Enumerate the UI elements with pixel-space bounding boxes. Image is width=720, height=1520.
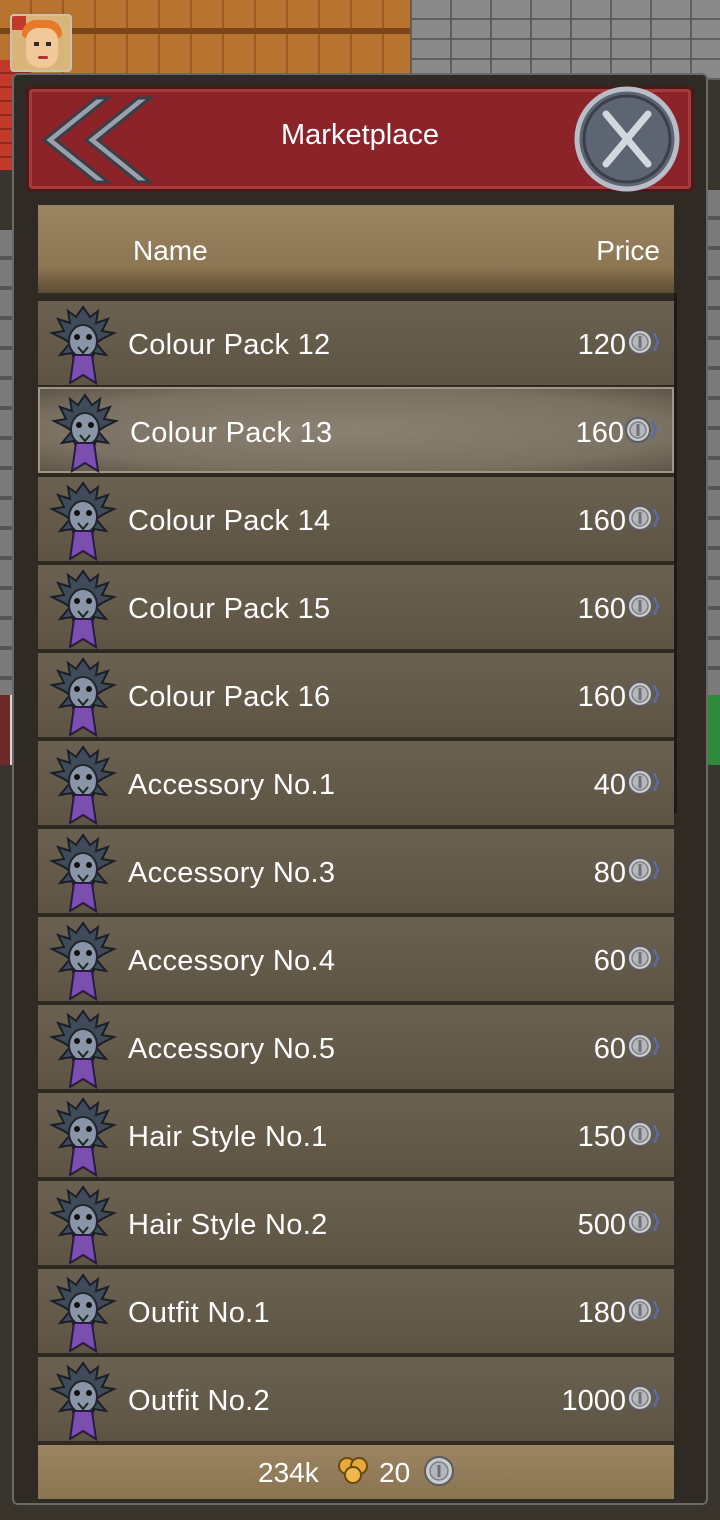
list-item[interactable]: Accessory No.3 80: [38, 827, 674, 913]
list-item[interactable]: Accessory No.1 40: [38, 739, 674, 825]
item-price: 1000: [561, 1385, 626, 1417]
silver-coin-icon: [626, 1295, 660, 1325]
creature-portrait-icon: [40, 1007, 126, 1089]
double-chevron-left-icon: [41, 96, 155, 184]
avatar-mouth: [38, 56, 48, 59]
item-price: 160: [577, 505, 626, 537]
player-avatar[interactable]: [10, 14, 72, 72]
item-name: Accessory No.5: [128, 1033, 336, 1065]
table-header: Name Price: [38, 205, 674, 293]
creature-portrait-icon: [40, 743, 126, 825]
item-price: 120: [577, 329, 626, 361]
list-item[interactable]: Hair Style No.1 150: [38, 1091, 674, 1177]
creature-portrait-icon: [40, 1359, 126, 1441]
item-price: 160: [575, 417, 624, 449]
silver-coin-icon: [626, 943, 660, 973]
silver-coin-icon: [626, 1207, 660, 1237]
coin-amount: 20: [379, 1457, 411, 1488]
creature-portrait-icon: [40, 567, 126, 649]
item-price: 150: [577, 1121, 626, 1153]
item-price: 60: [593, 1033, 626, 1065]
item-name: Accessory No.4: [128, 945, 336, 977]
column-header-name[interactable]: Name: [133, 235, 208, 267]
creature-portrait-icon: [40, 303, 126, 385]
back-button[interactable]: [38, 92, 158, 188]
item-name: Accessory No.3: [128, 857, 336, 889]
creature-portrait-icon: [40, 1271, 126, 1353]
creature-portrait-icon: [40, 655, 126, 737]
item-price: 60: [593, 945, 626, 977]
list-item[interactable]: Accessory No.4 60: [38, 915, 674, 1001]
item-price: 160: [577, 593, 626, 625]
item-price: 160: [577, 681, 626, 713]
item-name: Colour Pack 13: [130, 417, 333, 449]
close-button[interactable]: [572, 84, 682, 194]
stone-wall: [410, 0, 720, 80]
silver-coin-icon: [424, 1456, 454, 1486]
scrollbar[interactable]: [674, 293, 677, 813]
column-header-price[interactable]: Price: [596, 235, 660, 267]
currency-footer: 234k 20: [38, 1445, 674, 1499]
avatar-face: [26, 28, 58, 68]
silver-coin-icon: [626, 1031, 660, 1061]
item-name: Outfit No.2: [128, 1385, 270, 1417]
creature-portrait-icon: [40, 831, 126, 913]
creature-portrait-icon: [40, 479, 126, 561]
list-item[interactable]: Outfit No.2 1000: [38, 1355, 674, 1441]
item-name: Colour Pack 16: [128, 681, 331, 713]
list-item[interactable]: Colour Pack 16 160: [38, 651, 674, 737]
creature-portrait-icon: [40, 1095, 126, 1177]
list-item[interactable]: Colour Pack 13 160: [38, 387, 674, 473]
creature-portrait-icon: [42, 391, 128, 473]
close-x-icon: [574, 86, 680, 192]
creature-portrait-icon: [40, 1183, 126, 1265]
avatar-eye: [46, 42, 51, 46]
silver-coin-icon: [626, 327, 660, 357]
item-list[interactable]: Colour Pack 12 120 Colour Pack 13 160 Colour…: [38, 293, 674, 1445]
silver-coin-icon: [626, 1119, 660, 1149]
silver-coin-icon: [626, 855, 660, 885]
item-price: 500: [577, 1209, 626, 1241]
list-item[interactable]: Hair Style No.2 500: [38, 1179, 674, 1265]
list-item[interactable]: Outfit No.1 180: [38, 1267, 674, 1353]
gold-coins-icon: [338, 1457, 368, 1484]
item-name: Colour Pack 15: [128, 593, 331, 625]
list-item[interactable]: Colour Pack 12 120: [38, 299, 674, 385]
gold-amount: 234k: [258, 1457, 319, 1488]
item-name: Colour Pack 14: [128, 505, 331, 537]
silver-coin-icon: [624, 415, 658, 445]
item-price: 40: [593, 769, 626, 801]
silver-coin-icon: [626, 503, 660, 533]
item-name: Colour Pack 12: [128, 329, 331, 361]
silver-coin-icon: [626, 591, 660, 621]
list-item[interactable]: Accessory No.5 60: [38, 1003, 674, 1089]
item-name: Hair Style No.1: [128, 1121, 328, 1153]
list-item[interactable]: Colour Pack 15 160: [38, 563, 674, 649]
item-name: Accessory No.1: [128, 769, 336, 801]
item-price: 80: [593, 857, 626, 889]
avatar-eye: [34, 42, 39, 46]
item-name: Outfit No.1: [128, 1297, 270, 1329]
silver-coin-icon: [626, 767, 660, 797]
creature-portrait-icon: [40, 919, 126, 1001]
silver-coin-icon: [626, 679, 660, 709]
silver-coin-icon: [626, 1383, 660, 1413]
list-item[interactable]: Colour Pack 14 160: [38, 475, 674, 561]
item-name: Hair Style No.2: [128, 1209, 328, 1241]
item-price: 180: [577, 1297, 626, 1329]
